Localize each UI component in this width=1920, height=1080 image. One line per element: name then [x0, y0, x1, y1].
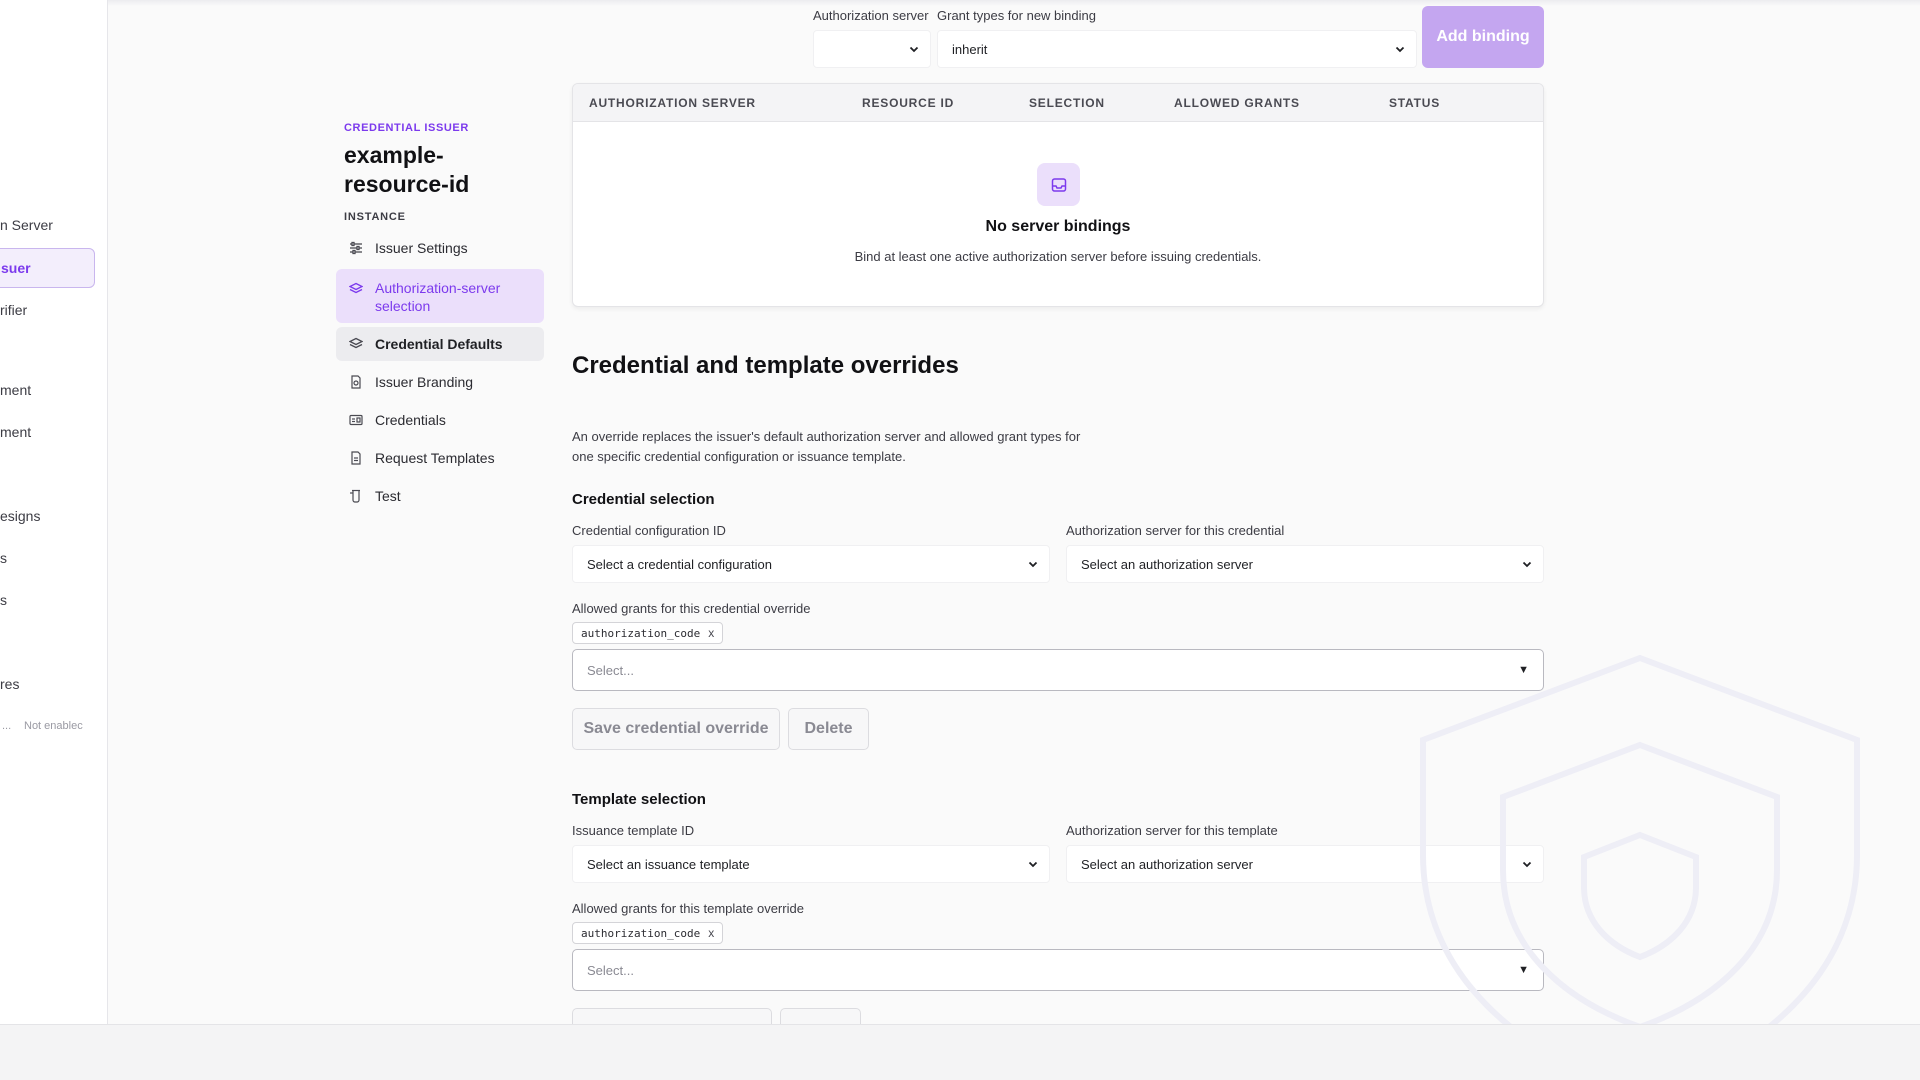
column-header[interactable]: RESOURCE ID [862, 96, 954, 110]
credential-grants-label: Allowed grants for this credential overr… [572, 601, 811, 616]
nav-item-label: Authorization-server selection [375, 280, 501, 314]
nav-item-request-templates[interactable]: Request Templates [336, 441, 544, 475]
nav-item-label: Issuer Branding [375, 374, 474, 390]
nav-item-test[interactable]: Test [336, 479, 544, 513]
save-credential-override-button[interactable]: Save credential override [572, 708, 780, 750]
empty-state-title: No server bindings [985, 218, 1131, 235]
chevron-down-icon [1522, 561, 1532, 568]
nav-item-label: Request Templates [375, 450, 495, 466]
authorization-server-label: Authorization server [813, 8, 929, 23]
nav-item-issuer-branding[interactable]: Issuer Branding [336, 365, 544, 399]
overrides-description: An override replaces the issuer's defaul… [572, 429, 1081, 464]
multiselect-placeholder: Select... [587, 662, 634, 678]
sidebar-item-verifier[interactable]: rifier [0, 302, 27, 318]
nav-item-authorization-server-selection[interactable]: Authorization-server selection [336, 269, 544, 323]
layers-icon [348, 337, 363, 352]
sidebar-item-features[interactable]: res [0, 676, 19, 692]
chip-remove-icon[interactable]: x [708, 926, 714, 940]
layers-icon [348, 281, 363, 296]
grant-types-label: Grant types for new binding [937, 8, 1096, 23]
credential-server-value: Select an authorization server [1081, 556, 1253, 572]
grant-types-value: inherit [952, 41, 988, 57]
sidebar-item-designs[interactable]: esigns [0, 508, 40, 524]
nav-item-credentials[interactable]: Credentials [336, 403, 544, 437]
grant-chip: authorization_code x [572, 622, 724, 644]
sidebar-item-management-2[interactable]: ment [0, 424, 31, 440]
column-header[interactable]: ALLOWED GRANTS [1174, 96, 1300, 110]
credential-config-value: Select a credential configuration [587, 556, 773, 572]
nav-section-label: INSTANCE [344, 211, 406, 223]
bindings-table: AUTHORIZATION SERVER RESOURCE ID SELECTI… [572, 83, 1544, 307]
template-id-label: Issuance template ID [572, 823, 695, 838]
template-id-value: Select an issuance template [587, 856, 750, 872]
template-server-label: Authorization server for this template [1066, 823, 1278, 838]
sidebar-item-credential-issuer[interactable]: suer [0, 248, 95, 288]
nav-item-credential-defaults[interactable]: Credential Defaults [336, 327, 544, 361]
nav-item-issuer-settings[interactable]: Issuer Settings [336, 231, 544, 265]
grant-chip: authorization_code x [572, 922, 724, 944]
delete-template-override-button[interactable] [780, 1008, 861, 1024]
chevron-down-icon [1395, 46, 1405, 53]
sidebar-footer-status: Not enablec [24, 720, 83, 732]
credential-selection-heading: Credential selection [572, 491, 715, 508]
template-selection-heading: Template selection [572, 791, 706, 808]
add-binding-button[interactable]: Add binding [1422, 6, 1544, 68]
nav-item-label: Credential Defaults [375, 336, 503, 352]
app-sidebar: n Server suer rifier ment ment esigns s … [0, 0, 108, 1024]
table-header: AUTHORIZATION SERVER RESOURCE ID SELECTI… [573, 84, 1543, 122]
chevron-down-icon [1028, 861, 1038, 868]
sidebar-item-s2[interactable]: s [0, 592, 7, 608]
template-grants-multiselect[interactable]: Select... ▼ [572, 949, 1544, 991]
page-eyebrow: CREDENTIAL ISSUER [344, 122, 469, 134]
nav-item-label: Credentials [375, 412, 446, 428]
chip-remove-icon[interactable]: x [708, 626, 714, 640]
chevron-down-icon [1028, 561, 1038, 568]
top-shadow [108, 0, 1920, 6]
save-template-override-button[interactable] [572, 1008, 772, 1024]
grant-chip-label: authorization_code [581, 926, 701, 940]
column-header[interactable]: AUTHORIZATION SERVER [589, 96, 756, 110]
credential-server-label: Authorization server for this credential [1066, 523, 1285, 538]
bottom-strip [0, 1024, 1920, 1080]
credential-config-select[interactable]: Select a credential configuration [572, 545, 1050, 583]
authorization-server-select[interactable] [813, 30, 931, 68]
nav-item-label: Issuer Settings [375, 240, 468, 256]
column-header[interactable]: SELECTION [1029, 96, 1105, 110]
nav-item-label: Test [375, 488, 401, 504]
template-id-select[interactable]: Select an issuance template [572, 845, 1050, 883]
sidebar-footer-ellipsis: ... [2, 720, 12, 732]
chevron-down-icon [909, 46, 919, 53]
multiselect-placeholder: Select... [587, 962, 634, 978]
flask-icon [348, 489, 363, 504]
file-template-icon [348, 451, 363, 466]
issuer-nav: CREDENTIAL ISSUER example-resource-id IN… [336, 122, 544, 517]
credential-server-select[interactable]: Select an authorization server [1066, 545, 1544, 583]
column-header[interactable]: STATUS [1389, 96, 1440, 110]
sidebar-item-management-1[interactable]: ment [0, 382, 31, 398]
overrides-title: Credential and template overrides [572, 352, 959, 379]
file-badge-icon [348, 375, 363, 390]
credential-config-label: Credential configuration ID [572, 523, 726, 538]
empty-state-subtitle: Bind at least one active authorization s… [854, 249, 1262, 264]
credential-grants-multiselect[interactable]: Select... ▼ [572, 649, 1544, 691]
template-server-value: Select an authorization server [1081, 856, 1253, 872]
id-card-icon [348, 413, 363, 428]
sidebar-item-authorization-server[interactable]: n Server [0, 217, 53, 233]
inbox-icon [1037, 163, 1080, 206]
shield-watermark-icon [1420, 655, 1860, 1080]
sliders-icon [348, 241, 363, 256]
page-title: example-resource-id [344, 142, 470, 197]
delete-credential-override-button[interactable]: Delete [788, 708, 869, 750]
grant-types-select[interactable]: inherit [937, 30, 1417, 68]
sidebar-item-s1[interactable]: s [0, 550, 7, 566]
template-grants-label: Allowed grants for this template overrid… [572, 901, 804, 916]
grant-chip-label: authorization_code [581, 626, 701, 640]
